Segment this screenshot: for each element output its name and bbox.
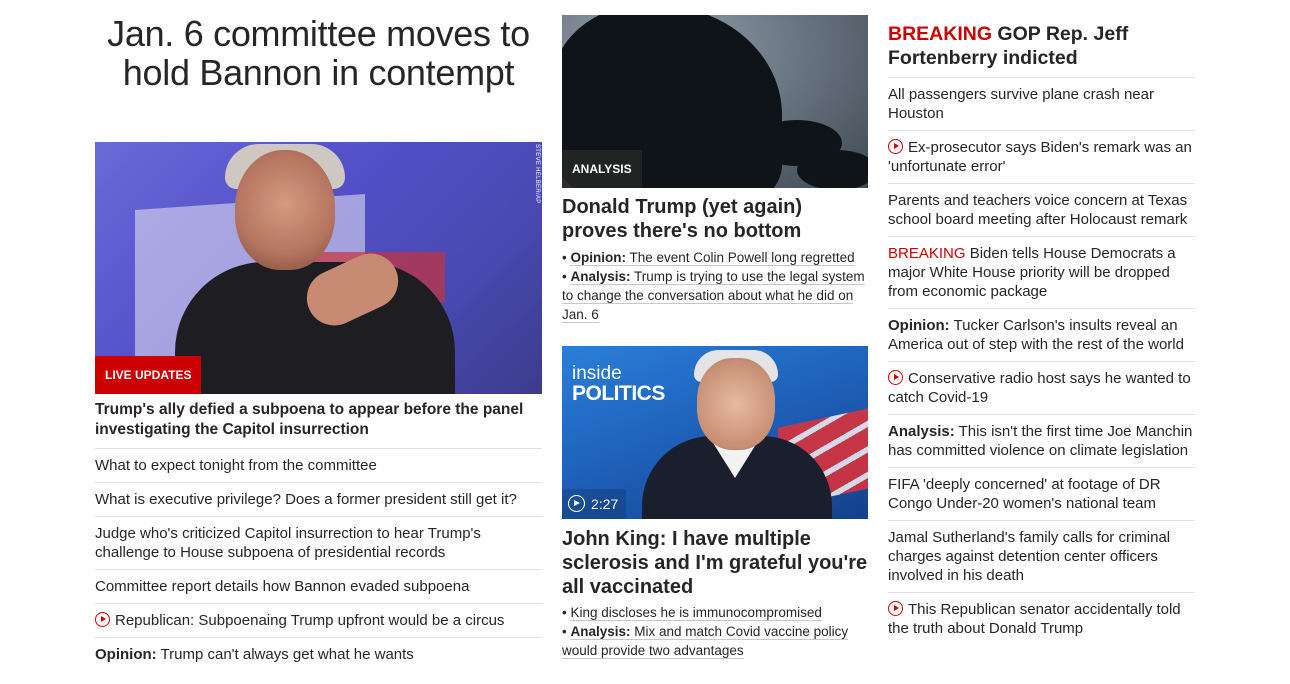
list-item-text[interactable]: Republican: Subpoenaing Trump upfront wo… bbox=[115, 612, 504, 629]
list-item[interactable]: FIFA 'deeply concerned' at footage of DR… bbox=[888, 467, 1195, 520]
list-item[interactable]: What to expect tonight from the committe… bbox=[95, 448, 542, 482]
anchor-head bbox=[697, 358, 775, 450]
list-item-text[interactable]: Judge who's criticized Capitol insurrect… bbox=[95, 525, 481, 561]
breaking-headline[interactable]: BREAKING GOP Rep. Jeff Fortenberry indic… bbox=[888, 22, 1195, 70]
story-headline[interactable]: Donald Trump (yet again) proves there's … bbox=[562, 195, 868, 243]
photo-credit: STEVE HELBER/AP bbox=[534, 144, 540, 204]
analysis-label: Analysis: bbox=[570, 269, 631, 284]
video-duration[interactable]: 2:27 bbox=[562, 489, 627, 519]
analysis-label: Analysis: bbox=[570, 624, 631, 639]
sublink[interactable]: • Analysis: Mix and match Covid vaccine … bbox=[562, 622, 868, 660]
list-item-text[interactable]: Conservative radio host says he wanted t… bbox=[888, 370, 1191, 406]
sublink[interactable]: • King discloses he is immunocompromised bbox=[562, 603, 868, 622]
list-item-text[interactable]: What is executive privilege? Does a form… bbox=[95, 491, 517, 508]
list-item[interactable]: Judge who's criticized Capitol insurrect… bbox=[95, 516, 542, 569]
list-item-text[interactable]: Jamal Sutherland's family calls for crim… bbox=[888, 529, 1170, 584]
story-headline[interactable]: John King: I have multiple sclerosis and… bbox=[562, 527, 868, 599]
story-sublinks: • King discloses he is immunocompromised… bbox=[562, 603, 868, 660]
list-item[interactable]: Jamal Sutherland's family calls for crim… bbox=[888, 520, 1195, 592]
inside-politics-logo: inside POLITICS bbox=[572, 363, 665, 405]
opinion-label: Opinion: bbox=[570, 250, 626, 265]
list-item-text[interactable]: Parents and teachers voice concern at Te… bbox=[888, 192, 1187, 228]
list-item-text[interactable]: Ex-prosecutor says Biden's remark was an… bbox=[888, 139, 1192, 175]
duration-text: 2:27 bbox=[591, 496, 619, 512]
list-item[interactable]: Opinion: Trump can't always get what he … bbox=[95, 637, 542, 671]
list-item[interactable]: Ex-prosecutor says Biden's remark was an… bbox=[888, 130, 1195, 183]
opinion-label: Opinion: bbox=[888, 317, 950, 334]
list-item-text[interactable]: This Republican senator accidentally tol… bbox=[888, 601, 1181, 637]
live-updates-badge[interactable]: LIVE UPDATES bbox=[95, 356, 202, 394]
opinion-label: Opinion: bbox=[95, 646, 157, 663]
list-item[interactable]: Opinion: Tucker Carlson's insults reveal… bbox=[888, 308, 1195, 361]
sublink-text[interactable]: King discloses he is immunocompromised bbox=[570, 605, 822, 621]
analysis-label: Analysis: bbox=[888, 423, 955, 440]
bannon-photo[interactable]: STEVE HELBER/AP LIVE UPDATES bbox=[95, 142, 542, 394]
video-play-icon bbox=[95, 612, 110, 627]
analysis-badge[interactable]: ANALYSIS bbox=[562, 150, 642, 188]
list-item[interactable]: What is executive privilege? Does a form… bbox=[95, 482, 542, 516]
sublink[interactable]: • Analysis: Trump is trying to use the l… bbox=[562, 267, 868, 324]
list-item-text[interactable]: FIFA 'deeply concerned' at footage of DR… bbox=[888, 476, 1161, 512]
list-item-text[interactable]: Trump can't always get what he wants bbox=[157, 646, 414, 663]
figure-head bbox=[235, 150, 335, 270]
list-item[interactable]: Committee report details how Bannon evad… bbox=[95, 569, 542, 603]
list-item[interactable]: Parents and teachers voice concern at Te… bbox=[888, 183, 1195, 236]
main-headline[interactable]: Jan. 6 committee moves to hold Bannon in… bbox=[95, 14, 542, 92]
lead-summary[interactable]: Trump's ally defied a subpoena to appear… bbox=[95, 400, 542, 440]
list-item-text[interactable]: What to expect tonight from the committe… bbox=[95, 457, 377, 474]
video-play-icon bbox=[888, 370, 903, 385]
breaking-label: BREAKING bbox=[888, 23, 993, 45]
sublink[interactable]: • Opinion: The event Colin Powell long r… bbox=[562, 248, 868, 267]
video-play-icon bbox=[888, 139, 903, 154]
list-item[interactable]: All passengers survive plane crash near … bbox=[888, 77, 1195, 130]
list-item-text[interactable]: Committee report details how Bannon evad… bbox=[95, 578, 469, 595]
play-icon bbox=[568, 495, 585, 512]
latest-list: All passengers survive plane crash near … bbox=[888, 77, 1195, 645]
trump-silhouette-photo[interactable]: ANALYSIS bbox=[562, 15, 868, 188]
related-links-list: What to expect tonight from the committe… bbox=[95, 448, 542, 671]
microphone-shape bbox=[797, 150, 868, 188]
logo-line1: inside bbox=[572, 363, 622, 384]
list-item[interactable]: Conservative radio host says he wanted t… bbox=[888, 361, 1195, 414]
list-item-text[interactable]: All passengers survive plane crash near … bbox=[888, 86, 1154, 122]
list-item[interactable]: Analysis: This isn't the first time Joe … bbox=[888, 414, 1195, 467]
logo-line2: POLITICS bbox=[572, 382, 665, 405]
john-king-video-thumbnail[interactable]: inside POLITICS 2:27 bbox=[562, 346, 868, 519]
sublink-text[interactable]: The event Colin Powell long regretted bbox=[629, 250, 854, 265]
list-item[interactable]: Republican: Subpoenaing Trump upfront wo… bbox=[95, 603, 542, 637]
list-item[interactable]: BREAKING Biden tells House Democrats a m… bbox=[888, 236, 1195, 308]
video-play-icon bbox=[888, 601, 903, 616]
story-sublinks: • Opinion: The event Colin Powell long r… bbox=[562, 248, 868, 324]
breaking-label: BREAKING bbox=[888, 245, 966, 262]
list-item[interactable]: This Republican senator accidentally tol… bbox=[888, 592, 1195, 645]
